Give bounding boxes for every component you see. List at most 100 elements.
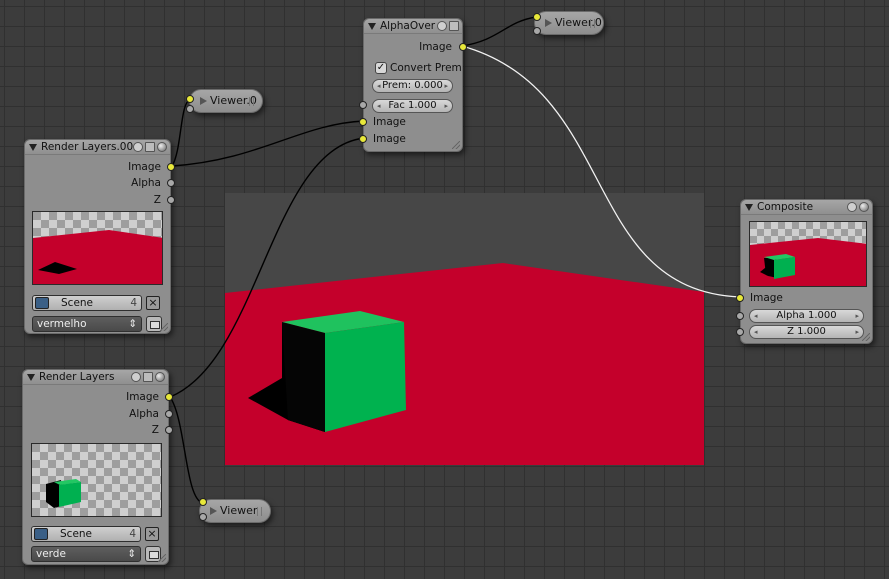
- resize-grip[interactable]: [160, 323, 168, 331]
- input-socket-image-2[interactable]: [359, 135, 367, 143]
- options-icon[interactable]: [143, 372, 153, 382]
- viewer-bottom-input-socket[interactable]: [199, 498, 207, 506]
- output-label-z: Z: [151, 424, 159, 436]
- collapsed-icon[interactable]: [545, 19, 552, 27]
- options-icon[interactable]: [449, 21, 459, 31]
- increment-icon[interactable]: ▸: [855, 326, 859, 338]
- viewer-bottom-alpha-socket[interactable]: [199, 513, 207, 521]
- alpha-slider[interactable]: ◂ Alpha 1.000 ▸: [749, 309, 864, 323]
- output-socket-alpha[interactable]: [167, 179, 175, 187]
- header-icons: [131, 372, 165, 382]
- fac-slider[interactable]: ◂ Fac 1.000 ▸: [372, 99, 453, 113]
- increment-icon[interactable]: ▸: [855, 310, 859, 322]
- alphaover-node[interactable]: AlphaOver Image ✓ Convert Prem ◂ Prem: 0…: [359, 18, 467, 152]
- convert-prem-checkbox[interactable]: ✓: [375, 62, 387, 74]
- render-icon[interactable]: [157, 142, 167, 152]
- header-icons: [133, 142, 167, 152]
- output-label-alpha: Alpha: [129, 408, 159, 420]
- input-label-image-2: Image: [373, 133, 406, 145]
- unlink-scene-button[interactable]: ×: [146, 296, 160, 310]
- collapse-icon[interactable]: [27, 374, 35, 381]
- prem-slider[interactable]: ◂ Prem: 0.000 ▸: [372, 79, 453, 93]
- decrement-icon[interactable]: ◂: [754, 310, 758, 322]
- preview-toggle-icon[interactable]: [131, 372, 141, 382]
- render-layers-node[interactable]: Render Layers Image Alpha Z Scene 4 × ve…: [22, 369, 173, 565]
- decrement-icon[interactable]: ◂: [754, 326, 758, 338]
- render-layers-00-header[interactable]: Render Layers.00: [25, 140, 170, 155]
- render-icon[interactable]: [155, 372, 165, 382]
- collapse-icon[interactable]: [29, 144, 37, 151]
- viewer-node-top[interactable]: Viewer.0: [534, 11, 604, 35]
- grip-icon[interactable]: [590, 19, 595, 28]
- viewer-top-input-socket[interactable]: [533, 13, 541, 21]
- fac-value: Fac 1.000: [388, 100, 437, 111]
- layer-select[interactable]: vermelho ⇕: [32, 316, 142, 332]
- output-socket-z[interactable]: [165, 426, 173, 434]
- render-layers-00-node[interactable]: Render Layers.00 Image Alpha Z Scene 4 ×…: [24, 139, 175, 334]
- collapse-icon[interactable]: [368, 23, 376, 30]
- render-preview-image: [32, 444, 161, 516]
- output-socket-alpha[interactable]: [165, 410, 173, 418]
- render-preview-thumbnail: [32, 211, 163, 285]
- grip-icon[interactable]: [249, 97, 254, 106]
- updown-icon: ⇕: [128, 318, 137, 330]
- output-label-alpha: Alpha: [131, 177, 161, 189]
- grip-icon[interactable]: [257, 507, 262, 516]
- preview-toggle-icon[interactable]: [133, 142, 143, 152]
- layer-select-value: vermelho: [37, 318, 87, 330]
- cube-left: [282, 322, 325, 432]
- options-icon[interactable]: [145, 142, 155, 152]
- resize-grip[interactable]: [158, 554, 166, 562]
- scene-selector[interactable]: Scene 4: [32, 295, 142, 311]
- z-slider[interactable]: ◂ Z 1.000 ▸: [749, 325, 864, 339]
- output-label-image: Image: [419, 41, 452, 53]
- viewer-mid-alpha-socket[interactable]: [186, 105, 194, 113]
- render-layers-00-title: Render Layers.00: [41, 141, 134, 153]
- unlink-scene-button[interactable]: ×: [145, 527, 159, 541]
- z-value: Z 1.000: [787, 326, 826, 337]
- scene-selector[interactable]: Scene 4: [31, 526, 141, 542]
- collapse-icon[interactable]: [745, 204, 753, 211]
- alphaover-header[interactable]: AlphaOver: [364, 19, 462, 34]
- composite-preview-thumbnail: [749, 221, 867, 287]
- input-socket-image-1[interactable]: [359, 118, 367, 126]
- scene-icon: [35, 297, 49, 309]
- output-socket-image[interactable]: [165, 393, 173, 401]
- scene-icon: [34, 528, 48, 540]
- input-socket-z[interactable]: [736, 328, 744, 336]
- updown-icon: ⇕: [127, 548, 136, 560]
- composite-title: Composite: [757, 201, 814, 213]
- render-preview-thumbnail: [31, 443, 162, 517]
- render-icon[interactable]: [859, 202, 869, 212]
- collapsed-icon[interactable]: [210, 507, 217, 515]
- scene-label: Scene: [61, 297, 94, 309]
- input-socket-alpha[interactable]: [736, 312, 744, 320]
- alphaover-title: AlphaOver: [380, 20, 436, 32]
- render-layers-header[interactable]: Render Layers: [23, 370, 168, 385]
- resize-grip[interactable]: [862, 333, 870, 341]
- input-socket-image[interactable]: [736, 294, 744, 302]
- increment-icon[interactable]: ▸: [444, 100, 448, 112]
- scene-user-count: 4: [130, 297, 137, 309]
- viewer-top-alpha-socket[interactable]: [533, 27, 541, 35]
- output-label-image: Image: [128, 161, 161, 173]
- input-socket-fac[interactable]: [359, 101, 367, 109]
- increment-icon[interactable]: ▸: [444, 80, 448, 92]
- layer-select[interactable]: verde ⇕: [31, 546, 141, 562]
- scene-user-count: 4: [129, 528, 136, 540]
- viewer-node-mid[interactable]: Viewer.0: [189, 89, 263, 113]
- viewer-node-bottom[interactable]: Viewer: [199, 499, 271, 523]
- decrement-icon[interactable]: ◂: [377, 80, 381, 92]
- decrement-icon[interactable]: ◂: [377, 100, 381, 112]
- prem-value: Prem: 0.000: [382, 80, 443, 91]
- viewer-mid-input-socket[interactable]: [186, 95, 194, 103]
- preview-toggle-icon[interactable]: [437, 21, 447, 31]
- preview-toggle-icon[interactable]: [847, 202, 857, 212]
- composite-node[interactable]: Composite Image ◂ Alpha 1.000 ▸ ◂ Z 1.00…: [736, 199, 873, 344]
- output-socket-image[interactable]: [459, 43, 467, 51]
- collapsed-icon[interactable]: [200, 97, 207, 105]
- resize-grip[interactable]: [452, 141, 460, 149]
- output-socket-z[interactable]: [167, 196, 175, 204]
- output-socket-image[interactable]: [167, 163, 175, 171]
- composite-header[interactable]: Composite: [741, 200, 872, 215]
